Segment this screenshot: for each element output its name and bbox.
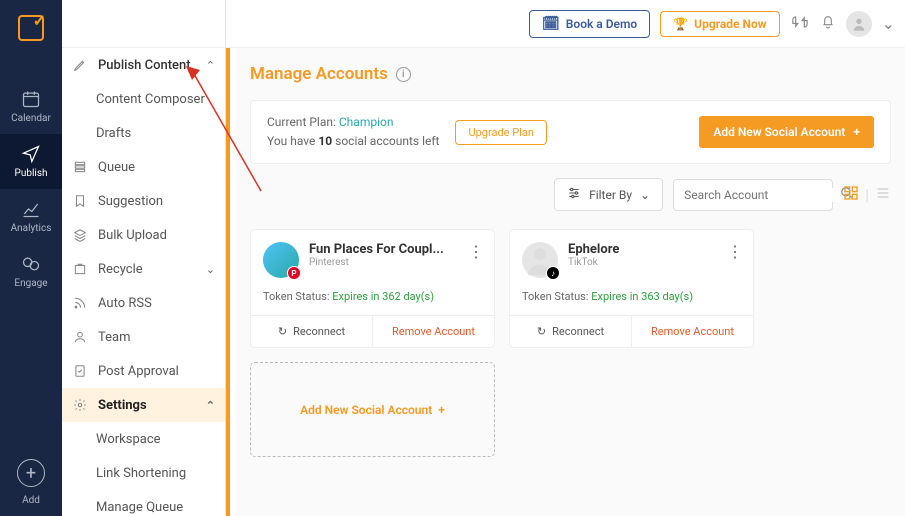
rail-calendar-label: Calendar <box>11 113 51 124</box>
card-menu-icon[interactable]: ⋮ <box>468 242 484 261</box>
rail-analytics[interactable]: Analytics <box>0 189 62 244</box>
recycle-icon <box>72 261 88 277</box>
reconnect-button[interactable]: ↻ Reconnect <box>251 316 373 347</box>
add-social-account-button[interactable]: Add New Social Account + <box>699 116 874 148</box>
account-card: P Fun Places For Coupl... Pinterest ⋮ To… <box>250 229 495 348</box>
search-box[interactable] <box>673 179 833 211</box>
sidebar-link-shortening[interactable]: Link Shortening <box>62 456 225 490</box>
account-network: TikTok <box>568 257 619 268</box>
sidebar-publish-content[interactable]: Publish Content ⌃ <box>62 48 225 82</box>
user-icon <box>72 329 88 345</box>
analytics-icon <box>21 199 41 219</box>
user-avatar[interactable] <box>846 11 872 37</box>
remove-account-button[interactable]: Remove Account <box>373 316 494 347</box>
approval-icon <box>72 363 88 379</box>
upgrade-plan-button[interactable]: Upgrade Plan <box>455 120 546 145</box>
sidebar-content-composer[interactable]: Content Composer <box>62 82 225 116</box>
main-content: Manage Accounts i Current Plan: Champion… <box>236 48 905 516</box>
plan-text: Current Plan: Champion You have 10 socia… <box>267 113 439 151</box>
gear-icon <box>72 397 88 413</box>
rail-engage-label: Engage <box>14 278 47 289</box>
sidebar-auto-rss[interactable]: Auto RSS <box>62 286 225 320</box>
rail-engage[interactable]: Engage <box>0 244 62 299</box>
add-social-account-card[interactable]: Add New Social Account + <box>250 362 495 457</box>
app-logo[interactable]: ✓ <box>0 0 62 55</box>
sidebar-divider <box>226 48 230 516</box>
sidebar-post-approval[interactable]: Post Approval <box>62 354 225 388</box>
feedback-icon[interactable] <box>790 13 810 35</box>
account-card: ♪ Ephelore TikTok ⋮ Token Status: Expire… <box>509 229 754 348</box>
list-view-icon[interactable] <box>875 185 891 205</box>
rss-icon <box>72 295 88 311</box>
rail-publish[interactable]: Publish <box>0 134 62 189</box>
sidebar: Publish Content ⌃ Content Composer Draft… <box>62 0 226 516</box>
rail-add-label: Add <box>22 495 40 506</box>
queue-icon <box>72 159 88 175</box>
engage-icon <box>21 254 41 274</box>
chevron-up-icon: ⌃ <box>206 59 215 72</box>
remove-account-button[interactable]: Remove Account <box>632 316 753 347</box>
plus-icon: + <box>853 125 860 139</box>
sidebar-recycle[interactable]: Recycle ⌄ <box>62 252 225 286</box>
demo-icon: 🗓 <box>542 16 560 32</box>
account-network: Pinterest <box>309 257 444 268</box>
pencil-icon <box>72 57 88 73</box>
bookmark-icon <box>72 193 88 209</box>
sidebar-bulk-upload[interactable]: Bulk Upload <box>62 218 225 252</box>
pinterest-badge-icon: P <box>287 266 301 280</box>
plus-icon: + <box>438 403 445 417</box>
grid-view-icon[interactable] <box>843 185 859 205</box>
sliders-icon <box>567 186 581 203</box>
chevron-down-icon: ⌄ <box>640 188 650 202</box>
sidebar-workspace[interactable]: Workspace <box>62 422 225 456</box>
chevron-down-icon: ⌄ <box>206 263 215 276</box>
account-name: Ephelore <box>568 242 619 257</box>
rail-analytics-label: Analytics <box>11 223 52 234</box>
rail-publish-label: Publish <box>15 168 48 179</box>
view-toggle: | <box>843 185 891 205</box>
rail-add[interactable]: + Add <box>0 449 62 516</box>
sidebar-queue[interactable]: Queue <box>62 150 225 184</box>
sidebar-drafts[interactable]: Drafts <box>62 116 225 150</box>
upgrade-now-button[interactable]: 🏆 Upgrade Now <box>660 11 779 37</box>
sidebar-settings[interactable]: Settings ⌃ <box>62 388 225 422</box>
account-cards: P Fun Places For Coupl... Pinterest ⋮ To… <box>250 229 891 348</box>
filter-button[interactable]: Filter By ⌄ <box>554 178 663 211</box>
refresh-icon: ↻ <box>537 325 546 338</box>
trophy-icon: 🏆 <box>673 17 688 31</box>
account-name: Fun Places For Coupl... <box>309 242 444 257</box>
account-avatar: P <box>263 242 299 278</box>
token-status: Token Status: Expires in 363 day(s) <box>510 286 753 315</box>
plus-icon: + <box>17 459 45 487</box>
search-input[interactable] <box>684 188 840 202</box>
sidebar-label: Publish Content <box>98 58 191 73</box>
info-icon[interactable]: i <box>396 67 411 82</box>
chevron-down-icon[interactable]: ⌄ <box>882 14 895 33</box>
page-title: Manage Accounts i <box>250 64 891 84</box>
bell-icon[interactable] <box>820 13 836 35</box>
sidebar-suggestion[interactable]: Suggestion <box>62 184 225 218</box>
rail-calendar[interactable]: Calendar <box>0 79 62 134</box>
sidebar-team[interactable]: Team <box>62 320 225 354</box>
sidebar-manage-queue[interactable]: Manage Queue <box>62 490 225 516</box>
refresh-icon: ↻ <box>278 325 287 338</box>
reconnect-button[interactable]: ↻ Reconnect <box>510 316 632 347</box>
publish-icon <box>21 144 41 164</box>
toolbar: Filter By ⌄ | <box>250 178 891 211</box>
left-rail: ✓ Calendar Publish Analytics Engage + Ad… <box>0 0 62 516</box>
calendar-icon <box>21 89 41 109</box>
token-status: Token Status: Expires in 362 day(s) <box>251 286 494 315</box>
chevron-up-icon: ⌃ <box>206 399 215 412</box>
card-menu-icon[interactable]: ⋮ <box>727 242 743 261</box>
topbar: 🗓 Book a Demo 🏆 Upgrade Now ⌄ <box>226 0 905 48</box>
account-avatar: ♪ <box>522 242 558 278</box>
plan-panel: Current Plan: Champion You have 10 socia… <box>250 100 891 164</box>
book-demo-button[interactable]: 🗓 Book a Demo <box>529 10 650 38</box>
stack-icon <box>72 227 88 243</box>
